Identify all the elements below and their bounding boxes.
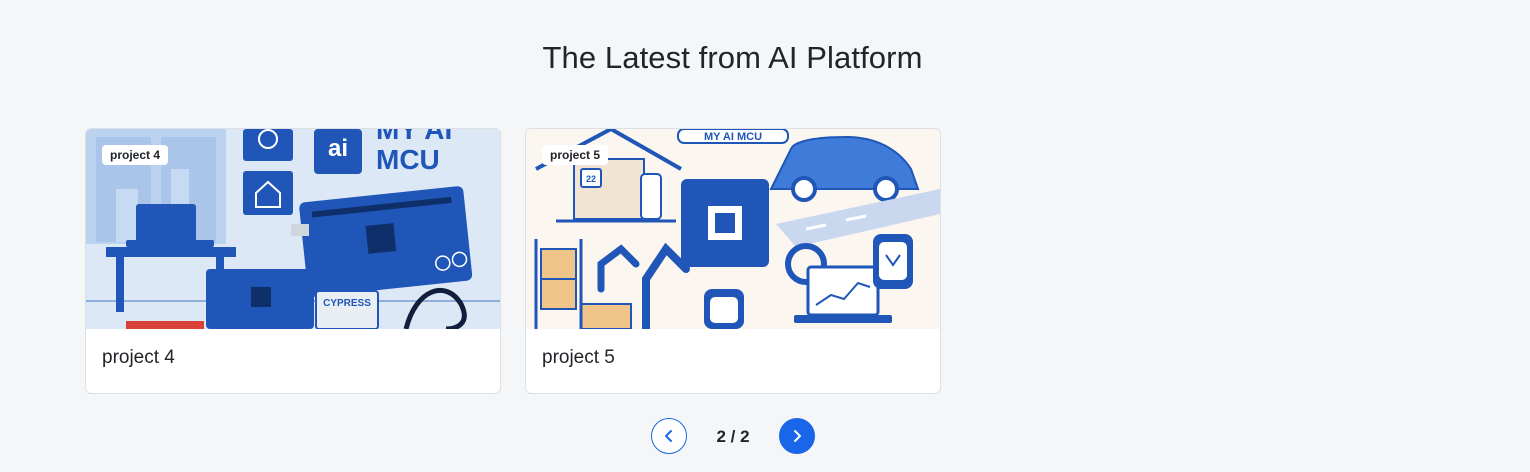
card-badge: project 4	[102, 145, 169, 165]
image-thermostat-text: 22	[586, 174, 596, 184]
card-image: 22 MY AI MCU project 5	[526, 129, 940, 329]
card-title[interactable]: project 4	[102, 347, 175, 369]
project-card[interactable]: 22 MY AI MCU project 5 project 5	[525, 128, 941, 394]
image-sign-text: MY AI MCU	[704, 131, 762, 143]
page-indicator: 2 / 2	[716, 427, 750, 446]
card-image: ai MY AI MCU CYPRESS project 4	[86, 129, 500, 329]
previous-page-button[interactable]	[651, 418, 687, 454]
project-card[interactable]: ai MY AI MCU CYPRESS project 4 project 4	[85, 128, 501, 394]
image-brand-text: CYPRESS	[323, 298, 371, 309]
card-badge: project 5	[542, 145, 609, 165]
chevron-right-icon	[794, 430, 801, 442]
image-sign-line1: MY AI	[376, 129, 452, 145]
image-sign-line2: MCU	[376, 144, 440, 175]
card-list: ai MY AI MCU CYPRESS project 4 project 4…	[85, 128, 941, 394]
card-title[interactable]: project 5	[542, 347, 615, 369]
section-title: The Latest from AI Platform	[542, 40, 923, 75]
pagination: 2 / 2	[651, 418, 815, 456]
chevron-left-icon	[665, 430, 672, 442]
next-page-button[interactable]	[779, 418, 815, 454]
image-chip-text: ai	[328, 135, 348, 162]
